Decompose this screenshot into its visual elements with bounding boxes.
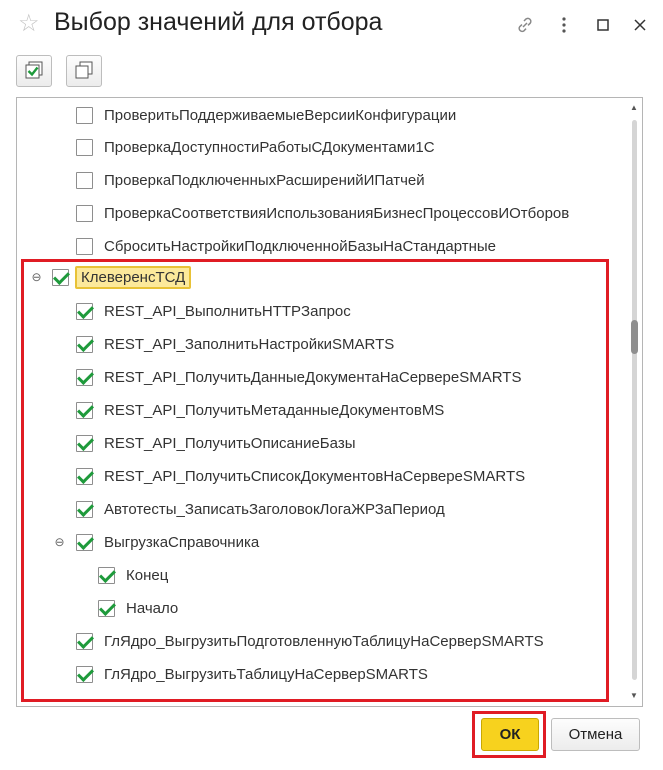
list-item[interactable]: ПроверкаПодключенныхРасширенийИПатчей (76, 168, 425, 192)
scroll-track[interactable] (632, 120, 637, 680)
list-item[interactable]: ПроверитьПоддерживаемыеВерсииКонфигураци… (76, 103, 456, 127)
title-bar: ☆ Выбор значений для отбора (0, 0, 663, 50)
list-item[interactable]: ПроверкаСоответствияИспользованияБизнесП… (76, 201, 569, 225)
uncheck-all-button[interactable] (66, 55, 102, 87)
uncheck-all-icon (75, 61, 93, 79)
ok-button[interactable]: ОК (481, 718, 539, 751)
checkbox[interactable] (76, 237, 93, 255)
checkbox[interactable] (76, 138, 93, 156)
check-all-icon (25, 61, 43, 79)
check-all-button[interactable] (16, 55, 52, 87)
toolbar (0, 52, 663, 92)
highlight-frame (21, 259, 609, 702)
list-item-label: ПроверкаСоответствияИспользованияБизнесП… (104, 204, 570, 222)
list-item[interactable]: СброситьНастройкиПодключеннойБазыНаСтанд… (76, 234, 496, 258)
checkbox[interactable] (76, 106, 93, 124)
scroll-down-icon[interactable]: ▼ (626, 688, 642, 704)
list-item-label: ПроверитьПоддерживаемыеВерсииКонфигураци… (104, 106, 457, 124)
scroll-thumb[interactable] (631, 320, 638, 354)
list-item-label: ПроверкаПодключенныхРасширенийИПатчей (104, 171, 425, 189)
link-icon[interactable] (512, 12, 538, 38)
list-item-label: ПроверкаДоступностиРаботыСДокументами1С (104, 138, 435, 156)
maximize-icon[interactable] (590, 12, 616, 38)
checkbox[interactable] (76, 204, 93, 222)
checkbox[interactable] (76, 171, 93, 189)
close-icon[interactable] (627, 12, 653, 38)
cancel-button[interactable]: Отмена (551, 718, 640, 751)
list-item[interactable]: ПроверкаДоступностиРаботыСДокументами1С (76, 135, 435, 159)
scroll-up-icon[interactable]: ▲ (626, 100, 642, 116)
list-item-label: СброситьНастройкиПодключеннойБазыНаСтанд… (104, 237, 497, 255)
favorite-star-icon[interactable]: ☆ (18, 12, 40, 36)
vertical-scrollbar[interactable]: ▲ ▼ (626, 98, 642, 706)
more-options-icon[interactable] (551, 12, 577, 38)
window-title: Выбор значений для отбора (54, 8, 383, 36)
